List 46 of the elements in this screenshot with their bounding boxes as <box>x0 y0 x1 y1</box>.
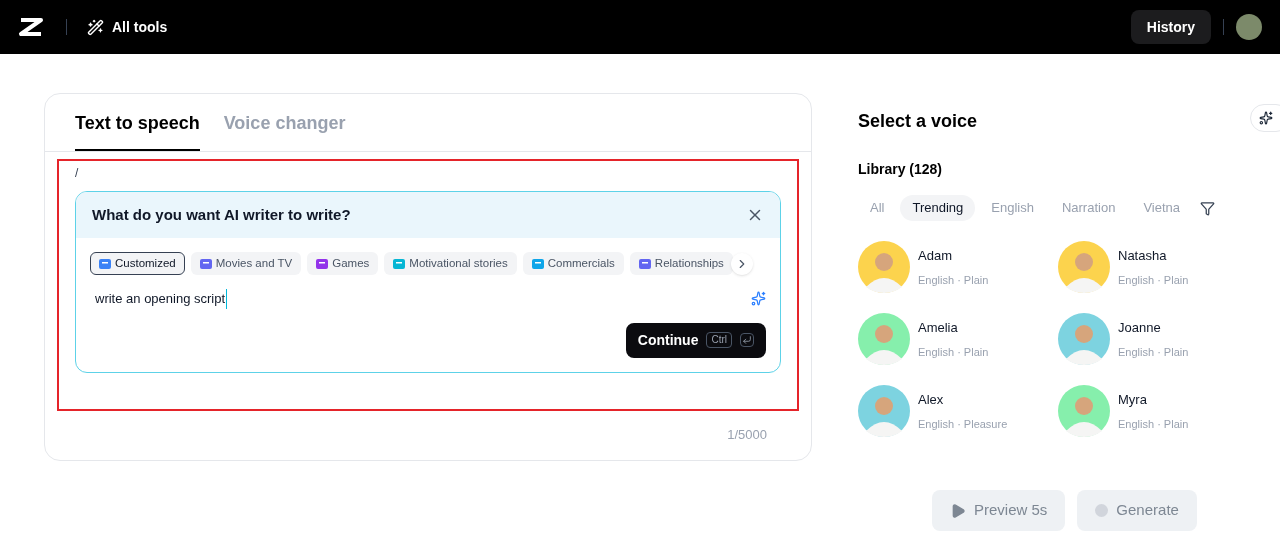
voice-meta: English · Plain <box>918 344 989 360</box>
voice-meta: English · Pleasure <box>918 416 1008 432</box>
voice-item[interactable]: Joanne English · Plain <box>1058 313 1258 365</box>
tab[interactable]: Text to speech <box>75 110 200 151</box>
voice-meta: English · Plain <box>1118 416 1189 432</box>
profile-avatar[interactable] <box>1236 14 1262 40</box>
magic-wand-icon <box>87 18 104 36</box>
continue-button[interactable]: Continue Ctrl <box>625 322 766 358</box>
voice-name: Alex <box>918 391 945 409</box>
voice-meta: English · Plain <box>1118 344 1189 360</box>
scroll-right-button[interactable] <box>730 252 753 275</box>
category-chip[interactable]: Movies and TV <box>190 252 302 275</box>
prompt-input[interactable]: write an opening script <box>95 289 228 309</box>
shortcut-key: Ctrl <box>706 331 732 349</box>
all-tools-link[interactable]: All tools <box>112 17 168 37</box>
voice-name: Myra <box>1118 391 1148 409</box>
category-chip[interactable]: Games <box>307 252 379 275</box>
panel-title: What do you want AI writer to write? <box>92 204 351 225</box>
voice-meta: English · Plain <box>918 272 989 288</box>
sparkle-icon <box>1259 111 1273 125</box>
library-label: Library (128) <box>858 160 944 179</box>
character-counter: 1/5000 <box>727 426 767 444</box>
category-chip[interactable]: Customized <box>90 252 185 275</box>
enter-key-icon <box>740 333 754 347</box>
filter-tab[interactable]: Trending <box>900 195 976 221</box>
voice-name: Joanne <box>1118 319 1162 337</box>
magic-button[interactable] <box>1250 104 1280 132</box>
category-chip[interactable]: Motivational stories <box>384 252 517 275</box>
logo-icon <box>18 17 44 37</box>
voice-item[interactable]: Myra English · Plain <box>1058 385 1258 437</box>
category-chip[interactable]: Commercials <box>522 252 624 275</box>
filter-icon[interactable] <box>1200 200 1216 216</box>
voice-panel-title: Select a voice <box>858 110 978 133</box>
category-chip[interactable]: Relationships <box>629 252 733 275</box>
voice-name: Adam <box>918 247 953 265</box>
history-button[interactable]: History <box>1130 10 1211 44</box>
voice-meta: English · Plain <box>1118 272 1189 288</box>
voice-item[interactable]: Adam English · Plain <box>858 241 1058 293</box>
voice-name: Natasha <box>1118 247 1168 265</box>
play-icon <box>950 502 966 519</box>
voice-item[interactable]: Natasha English · Plain <box>1058 241 1258 293</box>
voice-name: Amelia <box>918 319 959 337</box>
sparkle-icon[interactable] <box>751 291 766 307</box>
editor-text: / <box>75 165 80 182</box>
voice-item[interactable]: Amelia English · Plain <box>858 313 1058 365</box>
voice-item[interactable]: Alex English · Pleasure <box>858 385 1058 437</box>
